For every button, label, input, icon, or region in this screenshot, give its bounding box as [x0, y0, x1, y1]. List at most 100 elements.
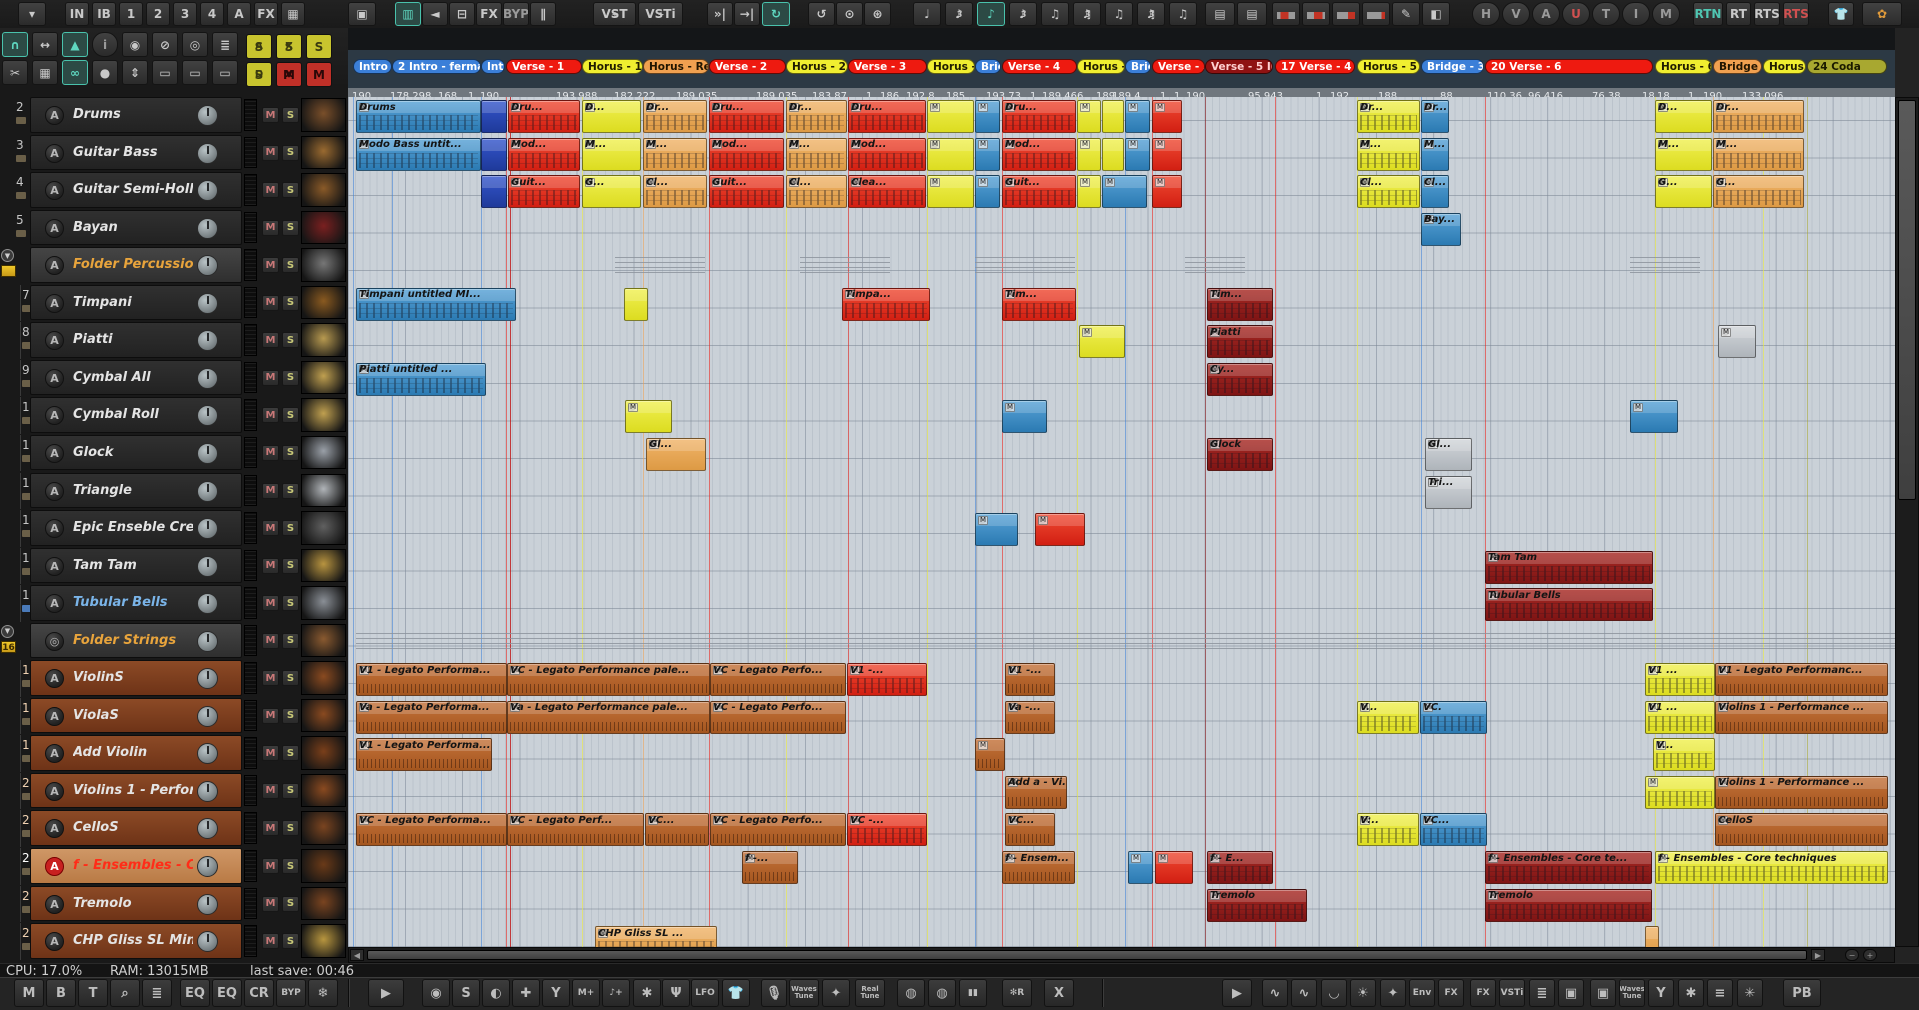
unsolo-all-chip[interactable]: SX [276, 34, 302, 59]
media-item[interactable]: M VC... [1005, 813, 1055, 847]
track-header[interactable]: Af - Ensembles - Cor [30, 848, 242, 884]
region-marker[interactable]: Horus - 2 [786, 59, 848, 74]
unmute-all-chip[interactable]: MX [276, 62, 302, 87]
toolbar-a[interactable]: A [227, 2, 251, 26]
trim-item-left-icon[interactable] [1272, 2, 1300, 26]
media-item[interactable]: M Cy... [1207, 362, 1273, 396]
add-vsti-button[interactable]: VSTi + [638, 2, 683, 26]
notes-bubble-icon[interactable]: ● [92, 60, 118, 85]
media-item[interactable]: M Tim... [1002, 287, 1076, 321]
move-items-icon[interactable]: ↔ [32, 32, 58, 57]
track-row[interactable]: 10ACymbal RollMS [0, 397, 348, 434]
track-row[interactable]: 8 A Piatti M S [0, 322, 348, 359]
zoom-track-icon[interactable]: T [1592, 2, 1620, 26]
mute-button[interactable]: M [262, 782, 279, 799]
mute-button[interactable]: M [262, 933, 279, 950]
track-header[interactable]: A Drums [30, 97, 242, 133]
media-item[interactable] [624, 287, 648, 321]
grid-eighth-triplet-icon[interactable]: ♪ 3 [1009, 2, 1037, 26]
mute-button[interactable]: M [262, 557, 279, 574]
media-item[interactable]: M M... [1655, 137, 1712, 171]
pan-knob[interactable] [197, 142, 218, 164]
automation-mode-button[interactable]: A [45, 781, 64, 801]
folder-open-icon[interactable]: 16 [1, 640, 16, 653]
media-item[interactable]: M Va - Legato Performance pale... [507, 700, 710, 734]
action-list-icon[interactable]: ≣ [142, 979, 172, 1007]
solo-button[interactable]: S [282, 144, 299, 161]
hide-tracks-icon[interactable]: ⊘ [152, 32, 178, 57]
shirt-theme-icon[interactable]: 👕 [722, 979, 750, 1007]
media-item[interactable] [481, 137, 507, 171]
track-name[interactable]: Cymbal All [73, 370, 193, 385]
solo-button[interactable]: S [282, 782, 299, 799]
pb-button[interactable]: PB [1783, 979, 1821, 1007]
item-mute-icon[interactable]: M [1082, 327, 1092, 337]
pan-knob[interactable] [197, 743, 218, 765]
track-header[interactable]: A Cymbal All [30, 359, 242, 396]
dock-play-button[interactable]: ▶ [368, 979, 404, 1007]
fader-icon[interactable]: ∥ [530, 2, 556, 26]
item-mute-icon[interactable]: M [1131, 853, 1141, 863]
solo-all-chip[interactable]: SA [246, 34, 272, 59]
waves-tune-mini-icon[interactable]: Waves Tune [1619, 979, 1645, 1007]
track-name[interactable]: CHP Gliss SL Min_K [73, 933, 193, 948]
media-item[interactable]: M Mod... [848, 137, 926, 171]
pan-knob[interactable] [197, 292, 218, 314]
vsti-wave-icon[interactable]: VSTi [1499, 979, 1525, 1007]
region-marker[interactable]: Bridge - 3 [1421, 59, 1484, 74]
pan-knob[interactable] [197, 893, 218, 915]
lock-height-icon[interactable]: ⇕ [122, 60, 148, 85]
media-item[interactable]: M Gl... [646, 437, 706, 471]
track-row[interactable]: 2 A Drums M S [0, 97, 348, 134]
solo-button[interactable]: S [282, 182, 299, 199]
zoom-out-button[interactable]: − [1845, 949, 1859, 961]
monitor-speaker-icon[interactable]: ◄ [422, 2, 448, 26]
theme-palette-icon[interactable]: ✿ [1862, 2, 1902, 26]
mute-chip[interactable]: M [306, 62, 332, 87]
solo-button[interactable]: S [282, 219, 299, 236]
media-item[interactable]: M M... [582, 137, 641, 171]
reason-logo-icon[interactable]: ◍ [897, 979, 925, 1007]
region-marker[interactable]: Verse - 1 [506, 59, 582, 74]
media-item[interactable]: Mf - Ensem... [1002, 851, 1075, 884]
zoom-all-icon[interactable]: A [1532, 2, 1560, 26]
pan-knob[interactable] [197, 593, 218, 615]
trim-item-right-icon[interactable] [1362, 2, 1390, 26]
zoom-item-icon[interactable]: I [1622, 2, 1650, 26]
pan-knob[interactable] [197, 105, 218, 126]
record-arm-icon[interactable]: ◎ [45, 631, 64, 651]
media-item[interactable]: Mf - E... [1207, 851, 1273, 884]
pan-knob[interactable] [197, 480, 218, 502]
automation-mode-button[interactable]: A [45, 744, 64, 764]
hand-routing-icon[interactable]: ✚ [512, 979, 540, 1007]
media-item[interactable]: M G... [1713, 175, 1804, 209]
media-item[interactable]: M Dr... [786, 100, 847, 133]
track-name[interactable]: Triangle [73, 483, 193, 498]
lfo-icon[interactable]: LFO [691, 979, 719, 1007]
media-item[interactable]: M [975, 175, 1000, 209]
media-item[interactable]: M M... [643, 137, 707, 171]
media-item[interactable]: M [1125, 100, 1150, 133]
track-name[interactable]: Piatti [73, 332, 193, 347]
media-item[interactable]: M [1125, 137, 1150, 171]
mute-button[interactable]: M [262, 707, 279, 724]
media-item[interactable]: Mf - Ensembles - Core techniques [1655, 851, 1888, 884]
item-envelope-icon[interactable]: ▤ [1237, 2, 1267, 26]
zoom-in-button[interactable]: + [1863, 949, 1877, 961]
mute-button[interactable]: M [262, 858, 279, 874]
mute-button[interactable]: M [262, 257, 279, 274]
media-item[interactable]: M D... [582, 100, 641, 133]
toolbar-1[interactable]: 1 [119, 2, 143, 26]
horizontal-scrollbar[interactable]: ◀ ▶ − + [348, 947, 1895, 963]
fx-wave2-icon[interactable]: FX [1470, 979, 1496, 1007]
track-row[interactable]: 9 A Cymbal All M S [0, 359, 348, 397]
track-row[interactable]: 22Af - Ensembles - CorMS [0, 848, 348, 885]
automation-mode-button[interactable]: A [45, 256, 64, 276]
media-item[interactable] [1645, 926, 1659, 947]
media-item[interactable] [481, 175, 507, 209]
item-mute-icon[interactable]: M [1038, 515, 1048, 525]
ripple-edit-icon[interactable]: ▲ [62, 32, 88, 57]
media-item[interactable]: M [1077, 137, 1101, 171]
item-mute-icon[interactable]: M [1155, 140, 1165, 150]
media-item[interactable]: M V... [1357, 700, 1419, 734]
